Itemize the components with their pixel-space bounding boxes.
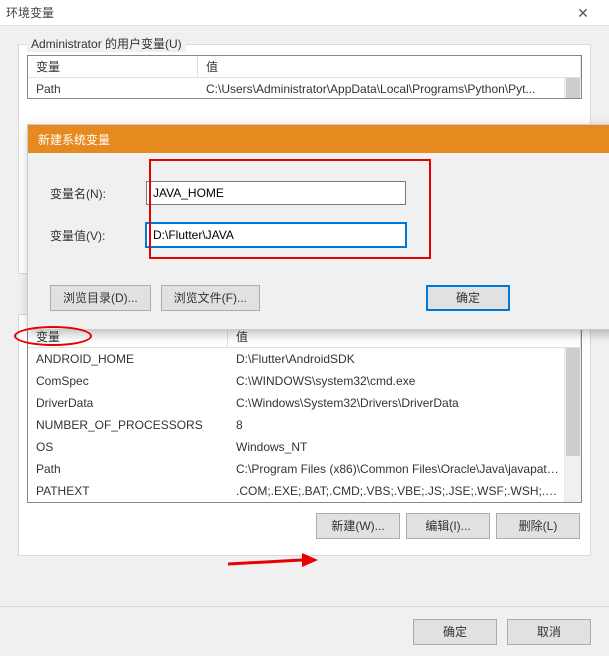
cell-variable: ANDROID_HOME: [28, 348, 228, 370]
system-variables-list[interactable]: 变量 值 ANDROID_HOMED:\Flutter\AndroidSDKCo…: [27, 325, 582, 503]
cell-variable: Path: [28, 78, 198, 100]
delete-button[interactable]: 删除(L): [496, 513, 580, 539]
cell-variable: OS: [28, 436, 228, 458]
scrollbar[interactable]: [564, 348, 581, 502]
user-variables-label: Administrator 的用户变量(U): [27, 35, 186, 52]
cancel-button[interactable]: 取消: [507, 619, 591, 645]
user-variables-list[interactable]: 变量 值 Path C:\Users\Administrator\AppData…: [27, 55, 582, 99]
variable-value-label: 变量值(V):: [50, 227, 146, 244]
table-row[interactable]: NUMBER_OF_PROCESSORS8: [28, 414, 581, 436]
scrollbar[interactable]: [564, 78, 581, 98]
system-variables-buttons: 新建(W)... 编辑(I)... 删除(L): [23, 503, 586, 547]
cell-value: .COM;.EXE;.BAT;.CMD;.VBS;.VBE;.JS;.JSE;.…: [228, 480, 581, 502]
list-header: 变量 值: [28, 56, 581, 78]
variable-value-input[interactable]: [146, 223, 406, 247]
table-row[interactable]: ComSpecC:\WINDOWS\system32\cmd.exe: [28, 370, 581, 392]
variable-name-label: 变量名(N):: [50, 185, 146, 202]
dialog-bottom-bar: 确定 取消: [0, 606, 609, 656]
new-system-variable-dialog: 新建系统变量 变量名(N): 变量值(V): 浏览目录(D)... 浏览文件(F…: [27, 124, 609, 330]
column-header-variable[interactable]: 变量: [28, 56, 198, 77]
browse-directory-button[interactable]: 浏览目录(D)...: [50, 285, 151, 311]
cell-value: C:\Program Files (x86)\Common Files\Orac…: [228, 458, 581, 480]
dialog-ok-button[interactable]: 确定: [426, 285, 510, 311]
cell-variable: DriverData: [28, 392, 228, 414]
ok-button[interactable]: 确定: [413, 619, 497, 645]
dialog-title: 新建系统变量: [28, 125, 609, 153]
window-title: 环境变量: [6, 4, 563, 21]
close-icon[interactable]: ✕: [563, 1, 603, 25]
cell-value: Windows_NT: [228, 436, 581, 458]
system-variables-group: 系统变量(S) 变量 值 ANDROID_HOMED:\Flutter\Andr…: [18, 314, 591, 556]
table-row[interactable]: ANDROID_HOMED:\Flutter\AndroidSDK: [28, 348, 581, 370]
browse-file-button[interactable]: 浏览文件(F)...: [161, 285, 260, 311]
variable-name-input[interactable]: [146, 181, 406, 205]
cell-value: C:\WINDOWS\system32\cmd.exe: [228, 370, 581, 392]
cell-variable: ComSpec: [28, 370, 228, 392]
titlebar: 环境变量 ✕: [0, 0, 609, 26]
new-button[interactable]: 新建(W)...: [316, 513, 400, 539]
cell-value: C:\Windows\System32\Drivers\DriverData: [228, 392, 581, 414]
cell-value: C:\Users\Administrator\AppData\Local\Pro…: [198, 78, 581, 100]
table-row[interactable]: PathC:\Program Files (x86)\Common Files\…: [28, 458, 581, 480]
cell-variable: Path: [28, 458, 228, 480]
cell-value: D:\Flutter\AndroidSDK: [228, 348, 581, 370]
column-header-value[interactable]: 值: [198, 56, 581, 77]
cell-variable: NUMBER_OF_PROCESSORS: [28, 414, 228, 436]
cell-variable: PATHEXT: [28, 480, 228, 502]
cell-value: 8: [228, 414, 581, 436]
table-row[interactable]: DriverDataC:\Windows\System32\Drivers\Dr…: [28, 392, 581, 414]
table-row[interactable]: PATHEXT.COM;.EXE;.BAT;.CMD;.VBS;.VBE;.JS…: [28, 480, 581, 502]
table-row[interactable]: Path C:\Users\Administrator\AppData\Loca…: [28, 78, 581, 100]
edit-button[interactable]: 编辑(I)...: [406, 513, 490, 539]
table-row[interactable]: OSWindows_NT: [28, 436, 581, 458]
